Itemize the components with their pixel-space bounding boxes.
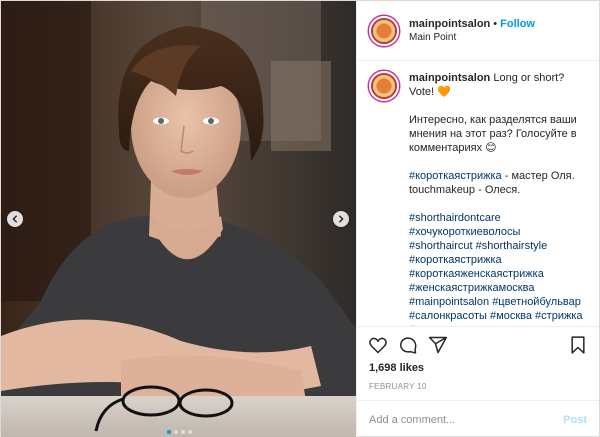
save-button[interactable] <box>567 334 589 356</box>
hashtag[interactable]: #хочукороткиеволосы <box>409 226 520 238</box>
hashtag[interactable]: #цветнойбульвар <box>492 296 581 308</box>
carousel-indicator <box>1 430 356 434</box>
hashtag[interactable]: #салонкрасоты <box>409 310 487 322</box>
hashtag[interactable]: #короткаястрижка <box>409 254 502 266</box>
hashtag[interactable]: #короткаяженскаястрижка <box>409 268 544 280</box>
comment-button[interactable] <box>397 334 419 356</box>
heart-icon <box>369 337 387 353</box>
carousel-dot <box>188 430 192 434</box>
likes-count[interactable]: 1,698 likes <box>357 362 599 378</box>
hashtag[interactable]: #женскаястрижкамосква <box>409 282 534 294</box>
like-button[interactable] <box>367 334 389 356</box>
carousel-next-button[interactable] <box>333 211 349 227</box>
post-photo[interactable] <box>1 1 356 437</box>
caption-username[interactable]: mainpointsalon <box>409 72 490 84</box>
caption: mainpointsalon Long or short? Vote! 🧡 Ин… <box>409 71 587 326</box>
post-date: FEBRUARY 10 <box>369 382 427 391</box>
post-header: mainpointsalon • Follow Main Point <box>357 1 599 61</box>
separator: • <box>493 17 498 30</box>
instagram-post: mainpointsalon • Follow Main Point mainpoi… <box>0 0 600 437</box>
header-username[interactable]: mainpointsalon <box>409 18 490 30</box>
carousel-dot <box>181 430 185 434</box>
hashtag[interactable]: #shorthairstyle <box>476 240 548 252</box>
share-button[interactable] <box>427 334 449 356</box>
comment-icon <box>400 336 417 354</box>
header-text: mainpointsalon • Follow Main Point <box>409 17 535 45</box>
comment-input[interactable] <box>369 413 564 426</box>
hashtag[interactable]: #короткаястрижка <box>409 170 502 182</box>
bookmark-icon <box>571 335 585 354</box>
avatar[interactable] <box>369 15 399 46</box>
post-side-panel: mainpointsalon • Follow Main Point mainpoi… <box>356 1 599 437</box>
carousel-dot <box>174 430 178 434</box>
hashtag[interactable]: #shorthairdontcare <box>409 212 501 224</box>
hashtag[interactable]: #стрижка <box>535 310 582 322</box>
hashtag-list: #shorthairdontcare #хочукороткиеволосы #… <box>409 211 587 326</box>
caption-para1: Интересно, как разделятся ваши мнения на… <box>409 114 577 154</box>
action-bar <box>357 326 599 362</box>
hashtag[interactable]: #mainpointsalon <box>409 296 489 308</box>
post-comment-button[interactable]: Post <box>563 414 587 426</box>
carousel-prev-button[interactable] <box>7 211 23 227</box>
comment-box: Post <box>357 400 599 437</box>
location-link[interactable]: Main Point <box>409 31 535 45</box>
chevron-right-icon <box>339 215 344 223</box>
chevron-left-icon <box>12 215 17 223</box>
photo-image <box>1 1 356 437</box>
hashtag[interactable]: #shorthaircut <box>409 240 473 252</box>
share-icon <box>428 336 448 353</box>
hashtag[interactable]: #москва <box>490 310 532 322</box>
caption-area: mainpointsalon Long or short? Vote! 🧡 Ин… <box>357 61 599 326</box>
carousel-dot <box>167 430 171 434</box>
follow-button[interactable]: Follow <box>500 18 535 30</box>
caption-avatar[interactable] <box>369 71 399 101</box>
